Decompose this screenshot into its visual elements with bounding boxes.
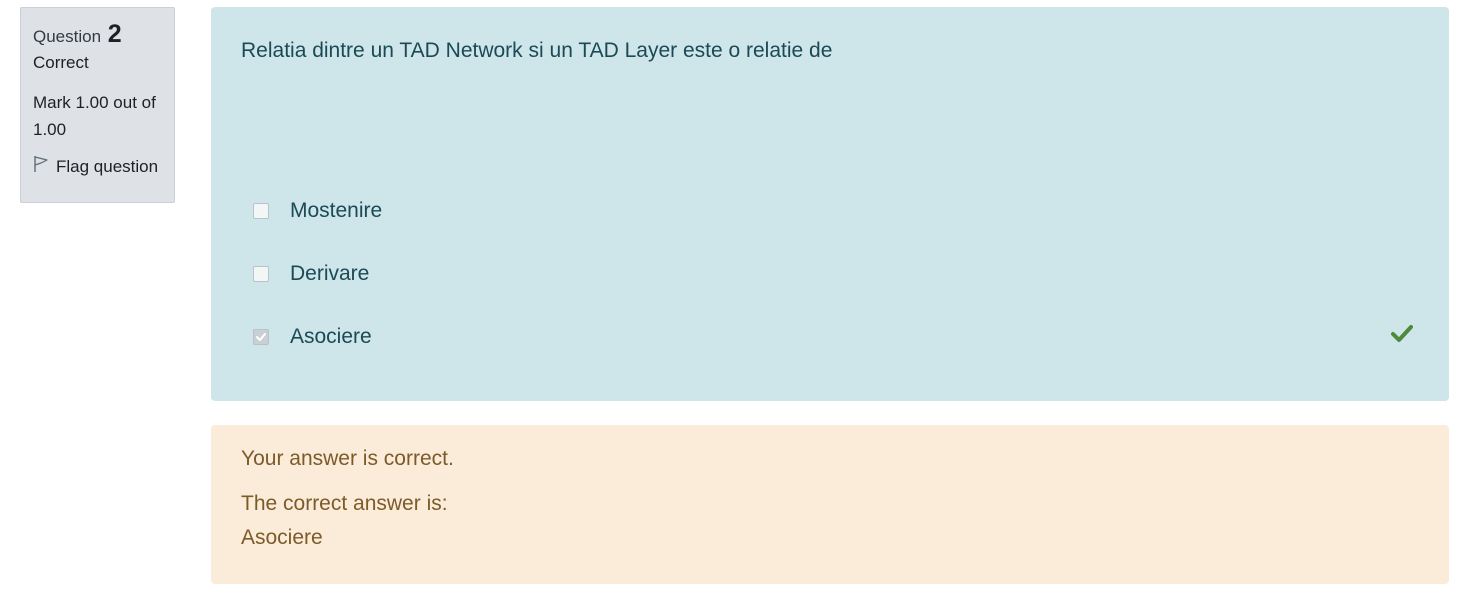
flag-icon [33,155,56,179]
right-answer-value: Asociere [241,526,323,549]
question-state: Correct [33,53,89,72]
question-text: Relatia dintre un TAD Network si un TAD … [241,39,833,62]
answer-label: Asociere [290,325,372,348]
right-answer-label: The correct answer is: [241,492,448,515]
answer-option[interactable]: Derivare [253,259,1413,289]
answer-option[interactable]: Mostenire [253,196,1413,226]
checkmark-icon [1391,325,1413,348]
flag-question-link[interactable]: Flag question [33,155,162,179]
question-label: Question [33,27,102,46]
answer-checkbox-checked[interactable] [253,329,269,345]
question-number-line: Question 2 [33,20,162,50]
answer-checkbox[interactable] [253,203,269,219]
flag-question-label: Flag question [56,157,159,176]
question-info-panel: Question 2 Correct Mark 1.00 out of 1.00… [20,7,175,203]
question-formulation: Relatia dintre un TAD Network si un TAD … [211,7,1449,401]
question-number: 2 [107,20,122,48]
question-grade: Mark 1.00 out of 1.00 [33,93,156,139]
question-outcome: Your answer is correct. The correct answ… [211,425,1449,584]
answer-label: Derivare [290,262,370,285]
answer-option[interactable]: Asociere [253,322,1413,352]
answer-checkbox[interactable] [253,266,269,282]
feedback-text: Your answer is correct. [241,447,454,470]
answer-label: Mostenire [290,199,383,222]
